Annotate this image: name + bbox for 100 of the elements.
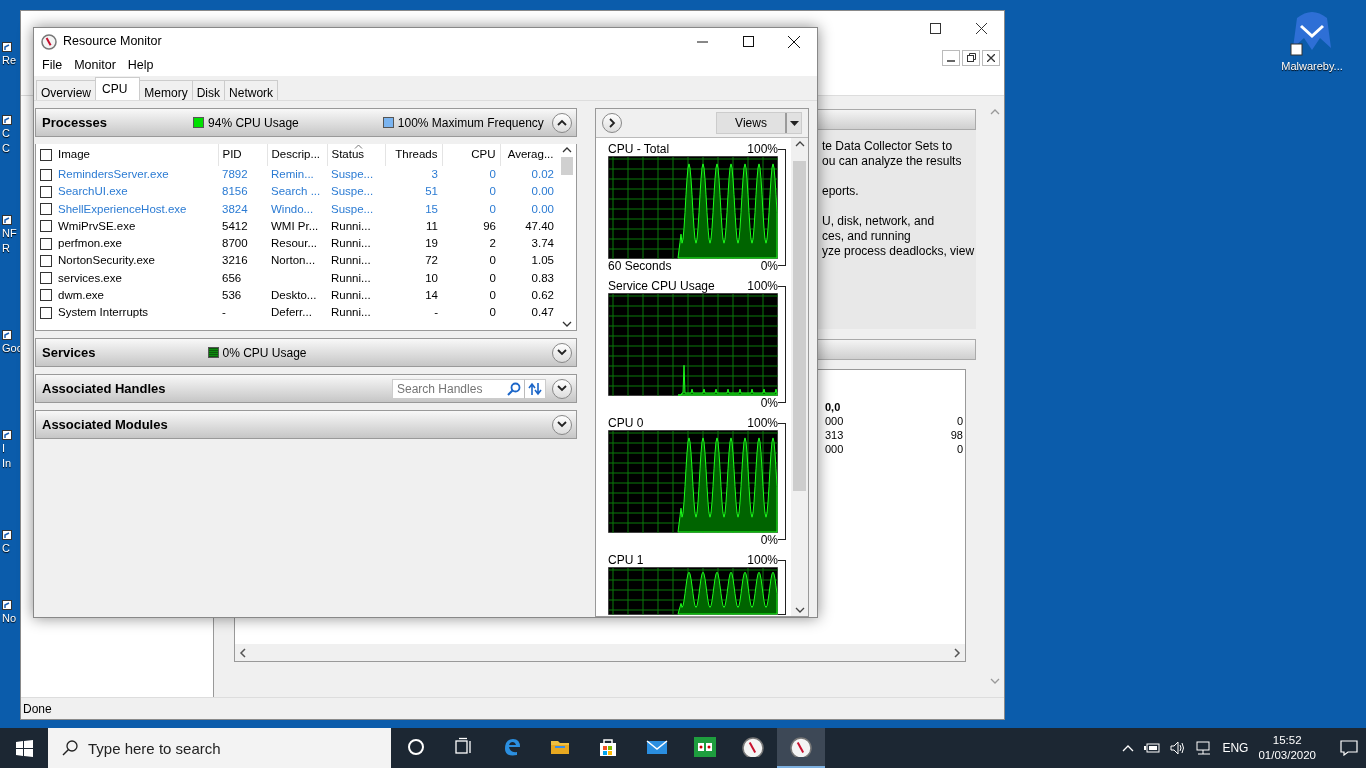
clock-time[interactable]: 15:52 (1272, 733, 1302, 748)
panel-header[interactable]: Processes 94% CPU Usage 100% Maximum Frequency (35, 108, 577, 137)
notification-icon[interactable] (1340, 740, 1358, 756)
scroll-thumb[interactable] (793, 161, 806, 491)
close-icon (975, 23, 987, 34)
checkbox[interactable] (40, 185, 52, 198)
panel-title: Associated Modules (42, 415, 168, 434)
column-header[interactable]: PID (222, 148, 242, 161)
menu-item[interactable]: Monitor (68, 56, 122, 75)
vertical-scrollbar[interactable] (558, 144, 576, 330)
tab[interactable]: Overview (36, 80, 96, 100)
table-cell: Search ... (271, 185, 321, 198)
scroll-left-icon[interactable] (239, 647, 247, 658)
scroll-up-icon[interactable] (562, 146, 572, 153)
column-header[interactable]: Status (331, 148, 365, 161)
description-text: yze process deadlocks, view (822, 244, 976, 259)
horizontal-scrollbar[interactable] (235, 644, 965, 661)
table-cell: Runni... (331, 288, 371, 301)
battery-icon[interactable] (1144, 742, 1161, 754)
tab[interactable]: Disk (191, 80, 226, 100)
network-icon[interactable] (1196, 741, 1213, 755)
checkbox[interactable] (40, 149, 52, 161)
column-header[interactable]: CPU (471, 148, 496, 161)
expand-button[interactable] (602, 113, 622, 133)
column-header[interactable]: Threads (395, 148, 438, 161)
panel-header[interactable]: Services 0% CPU Usage (35, 338, 577, 367)
close-button[interactable] (982, 49, 1000, 66)
views-button[interactable]: Views (716, 112, 802, 134)
volume-icon[interactable] (1170, 741, 1187, 755)
vertical-scrollbar[interactable] (791, 138, 808, 616)
table-cell: Suspe... (331, 202, 374, 215)
cpu-usage-swatch (207, 347, 219, 358)
tab[interactable]: CPU (95, 77, 141, 100)
scroll-up-icon[interactable] (794, 140, 805, 147)
checkbox[interactable] (40, 237, 52, 250)
table-cell-text: WmiPrvSE.exe (58, 218, 136, 234)
collapse-button[interactable] (552, 112, 572, 133)
checkbox[interactable] (40, 203, 52, 216)
checkbox[interactable] (40, 220, 52, 233)
table-cell: Deskto... (271, 288, 317, 301)
table-cell: 2 (489, 237, 496, 249)
table-cell: 8156 (222, 185, 248, 198)
column-header[interactable]: Averag... (507, 148, 554, 161)
checkbox[interactable] (40, 289, 52, 302)
table-cell: 10 (425, 271, 438, 284)
shortcut-arrow-icon[interactable] (2, 215, 12, 225)
graph-max-label: 100% (747, 416, 778, 430)
scroll-down-icon[interactable] (794, 607, 805, 614)
window-title: Resource Monitor (63, 33, 162, 51)
search-field[interactable]: Type here to search (48, 728, 391, 768)
table-cell: 000 (825, 442, 844, 456)
table-cell: Suspe... (331, 185, 374, 198)
shortcut-arrow-icon[interactable] (2, 530, 12, 540)
description-text: te Data Collector Sets to (822, 139, 954, 154)
search-button[interactable] (504, 378, 524, 399)
checkbox[interactable] (40, 254, 52, 267)
table-cell: 536 (222, 288, 242, 301)
expand-button[interactable] (552, 378, 572, 399)
restore-button[interactable] (962, 49, 980, 66)
checkbox[interactable] (40, 306, 52, 319)
language-indicator[interactable]: ENG (1222, 739, 1249, 757)
icon-label: C (2, 141, 10, 155)
table-cell: - (434, 306, 438, 318)
expand-button[interactable] (552, 414, 572, 435)
tab[interactable]: Memory (139, 80, 193, 100)
chevron-up-icon[interactable] (1122, 744, 1135, 752)
panel-header[interactable]: Associated Handles Search Handles (35, 374, 577, 403)
clock-date[interactable]: 01/03/2020 (1258, 748, 1316, 763)
search-field[interactable]: Search Handles (392, 378, 504, 399)
checkbox[interactable] (40, 272, 52, 285)
graph-max-label: 100% (747, 279, 778, 293)
shortcut-arrow-icon[interactable] (2, 115, 12, 125)
scroll-right-icon[interactable] (953, 647, 961, 658)
icon-label: Re (2, 53, 17, 67)
menu-item[interactable]: Help (121, 56, 160, 75)
panel-title: Associated Handles (42, 379, 166, 398)
minimize-button[interactable] (942, 49, 960, 66)
shortcut-arrow-icon[interactable] (2, 330, 12, 340)
panel-header[interactable]: Associated Modules (35, 410, 577, 439)
shortcut-arrow-icon[interactable] (2, 42, 12, 52)
refresh-button[interactable] (524, 378, 546, 399)
menu-item[interactable]: File (36, 56, 69, 75)
taskbar-app[interactable] (777, 728, 825, 768)
checkbox[interactable] (40, 168, 52, 181)
column-header[interactable]: Descrip... (271, 148, 321, 161)
scroll-thumb[interactable] (561, 157, 573, 175)
table-cell: 0 (489, 254, 496, 267)
search-icon (507, 381, 521, 396)
cpu-usage-label: 0% CPU Usage (222, 344, 307, 362)
shortcut-arrow-icon[interactable] (2, 430, 12, 440)
icon-label: Malwareby... (1281, 59, 1343, 74)
table-cell-text: System Interrupts (58, 305, 149, 320)
scroll-down-icon[interactable] (562, 321, 572, 328)
column-header[interactable]: Image (58, 146, 90, 164)
tab[interactable]: Network (224, 80, 279, 100)
expand-button[interactable] (552, 342, 572, 363)
description-text: eports. (822, 184, 860, 199)
maximize-icon (742, 36, 754, 47)
table-cell: Norton... (271, 254, 316, 267)
shortcut-arrow-icon[interactable] (2, 600, 12, 610)
